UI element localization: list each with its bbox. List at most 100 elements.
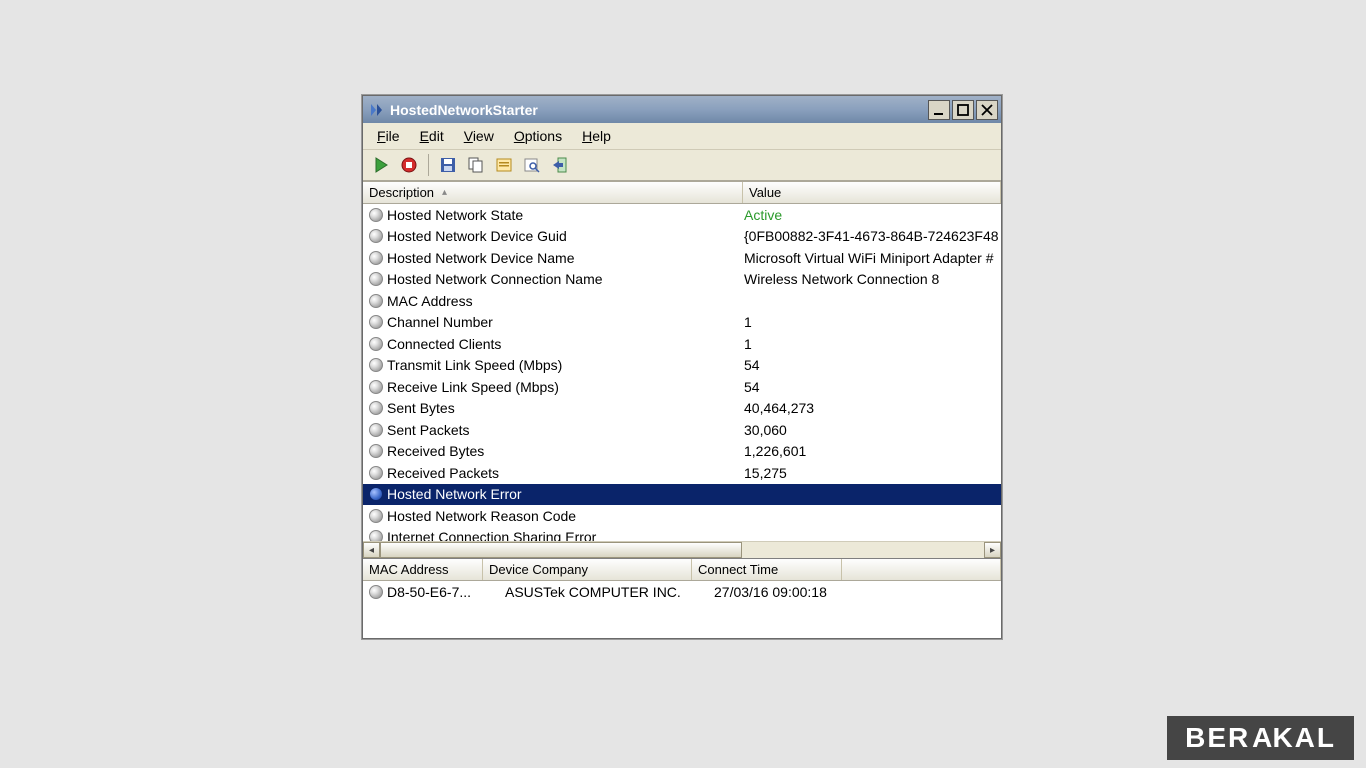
- row-value: 15,275: [744, 465, 1001, 481]
- save-icon[interactable]: [436, 153, 460, 177]
- row-description: Transmit Link Speed (Mbps): [387, 357, 744, 373]
- column-company[interactable]: Device Company: [483, 559, 692, 580]
- client-time: 27/03/16 09:00:18: [714, 584, 864, 600]
- bullet-icon: [369, 585, 383, 599]
- bullet-icon: [369, 229, 383, 243]
- table-row[interactable]: Receive Link Speed (Mbps)54: [363, 376, 1001, 398]
- close-button[interactable]: [976, 100, 998, 120]
- minimize-button[interactable]: [928, 100, 950, 120]
- clients-panel: MAC Address Device Company Connect Time …: [363, 558, 1001, 638]
- column-time[interactable]: Connect Time: [692, 559, 842, 580]
- app-window: HostedNetworkStarter File Edit View Opti…: [362, 95, 1002, 639]
- menu-edit[interactable]: Edit: [410, 125, 454, 147]
- clients-body[interactable]: D8-50-E6-7...ASUSTek COMPUTER INC.27/03/…: [363, 581, 1001, 603]
- row-description: Received Bytes: [387, 443, 744, 459]
- row-description: Internet Connection Sharing Error: [387, 529, 744, 541]
- row-description: Hosted Network Error: [387, 486, 744, 502]
- bullet-icon: [369, 272, 383, 286]
- menu-file[interactable]: File: [367, 125, 410, 147]
- menu-help[interactable]: Help: [572, 125, 621, 147]
- menu-view[interactable]: View: [454, 125, 504, 147]
- row-description: Received Packets: [387, 465, 744, 481]
- row-value: 54: [744, 357, 1001, 373]
- row-description: Channel Number: [387, 314, 744, 330]
- scroll-left-button[interactable]: ◂: [363, 542, 380, 558]
- toolbar-separator: [428, 154, 429, 176]
- row-value: Wireless Network Connection 8: [744, 271, 1001, 287]
- window-title: HostedNetworkStarter: [390, 102, 928, 118]
- bullet-icon: [369, 358, 383, 372]
- table-row[interactable]: Hosted Network Error: [363, 484, 1001, 506]
- bullet-icon: [369, 294, 383, 308]
- table-row[interactable]: Received Bytes1,226,601: [363, 441, 1001, 463]
- row-value: 30,060: [744, 422, 1001, 438]
- scroll-track[interactable]: [380, 542, 984, 558]
- row-description: Hosted Network Device Name: [387, 250, 744, 266]
- table-row[interactable]: Sent Packets30,060: [363, 419, 1001, 441]
- bullet-icon: [369, 315, 383, 329]
- watermark: BERAKAL: [1167, 716, 1354, 760]
- titlebar[interactable]: HostedNetworkStarter: [363, 96, 1001, 123]
- bullet-icon: [369, 487, 383, 501]
- table-row[interactable]: Transmit Link Speed (Mbps)54: [363, 355, 1001, 377]
- play-icon[interactable]: [369, 153, 393, 177]
- sort-indicator-icon: ▴: [442, 187, 447, 198]
- bullet-icon: [369, 208, 383, 222]
- clients-header: MAC Address Device Company Connect Time: [363, 559, 1001, 581]
- copy-icon[interactable]: [464, 153, 488, 177]
- exit-icon[interactable]: [548, 153, 572, 177]
- table-row[interactable]: Hosted Network Device Guid{0FB00882-3F41…: [363, 226, 1001, 248]
- stop-icon[interactable]: [397, 153, 421, 177]
- toolbar: [363, 149, 1001, 181]
- bullet-icon: [369, 423, 383, 437]
- column-value[interactable]: Value: [743, 182, 1001, 203]
- row-value: 54: [744, 379, 1001, 395]
- bullet-icon: [369, 466, 383, 480]
- table-row[interactable]: Internet Connection Sharing Error: [363, 527, 1001, 542]
- table-row[interactable]: Connected Clients1: [363, 333, 1001, 355]
- list-body[interactable]: Hosted Network StateActiveHosted Network…: [363, 204, 1001, 541]
- horizontal-scrollbar[interactable]: ◂ ▸: [363, 541, 1001, 558]
- table-row[interactable]: Hosted Network StateActive: [363, 204, 1001, 226]
- client-row[interactable]: D8-50-E6-7...ASUSTek COMPUTER INC.27/03/…: [363, 581, 1001, 603]
- table-row[interactable]: Hosted Network Device NameMicrosoft Virt…: [363, 247, 1001, 269]
- properties-icon[interactable]: [492, 153, 516, 177]
- row-value: Microsoft Virtual WiFi Miniport Adapter …: [744, 250, 1001, 266]
- row-value: 40,464,273: [744, 400, 1001, 416]
- app-icon: [368, 102, 384, 118]
- row-value: 1: [744, 336, 1001, 352]
- row-value: 1,226,601: [744, 443, 1001, 459]
- menu-options[interactable]: Options: [504, 125, 572, 147]
- bullet-icon: [369, 380, 383, 394]
- row-description: Hosted Network State: [387, 207, 744, 223]
- client-company: ASUSTek COMPUTER INC.: [505, 584, 714, 600]
- property-list: Description ▴ Value Hosted Network State…: [363, 181, 1001, 558]
- row-description: Hosted Network Connection Name: [387, 271, 744, 287]
- table-row[interactable]: Received Packets15,275: [363, 462, 1001, 484]
- menubar: File Edit View Options Help: [363, 123, 1001, 149]
- list-header: Description ▴ Value: [363, 182, 1001, 204]
- table-row[interactable]: Hosted Network Reason Code: [363, 505, 1001, 527]
- scroll-thumb[interactable]: [380, 542, 742, 558]
- maximize-button[interactable]: [952, 100, 974, 120]
- column-description[interactable]: Description ▴: [363, 182, 743, 203]
- row-description: Connected Clients: [387, 336, 744, 352]
- scroll-right-button[interactable]: ▸: [984, 542, 1001, 558]
- row-value: Active: [744, 207, 1001, 223]
- row-value: {0FB00882-3F41-4673-864B-724623F48: [744, 228, 1001, 244]
- column-spacer: [842, 559, 1001, 580]
- client-mac: D8-50-E6-7...: [387, 584, 505, 600]
- table-row[interactable]: Channel Number1: [363, 312, 1001, 334]
- bullet-icon: [369, 337, 383, 351]
- table-row[interactable]: Sent Bytes40,464,273: [363, 398, 1001, 420]
- row-value: 1: [744, 314, 1001, 330]
- find-icon[interactable]: [520, 153, 544, 177]
- table-row[interactable]: Hosted Network Connection NameWireless N…: [363, 269, 1001, 291]
- row-description: MAC Address: [387, 293, 744, 309]
- row-description: Sent Bytes: [387, 400, 744, 416]
- table-row[interactable]: MAC Address: [363, 290, 1001, 312]
- row-description: Sent Packets: [387, 422, 744, 438]
- bullet-icon: [369, 444, 383, 458]
- column-mac[interactable]: MAC Address: [363, 559, 483, 580]
- bullet-icon: [369, 509, 383, 523]
